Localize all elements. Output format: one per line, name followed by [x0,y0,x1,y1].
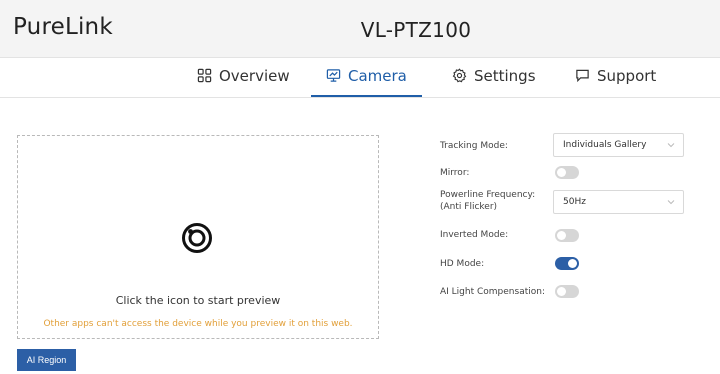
tab-overview-label: Overview [219,67,290,85]
tab-support-label: Support [597,67,657,85]
ai-light-label: AI Light Compensation: [440,287,545,297]
chevron-down-icon [667,143,675,148]
tab-settings-label: Settings [474,67,536,85]
gear-icon [452,68,467,83]
powerline-frequency-select[interactable]: 50Hz [553,190,684,214]
preview-warning: Other apps can't access the device while… [43,319,353,329]
hd-mode-toggle[interactable] [555,257,579,270]
tracking-mode-value: Individuals Gallery [563,140,647,150]
tab-camera-label: Camera [348,67,407,85]
powerline-frequency-value: 50Hz [563,197,586,207]
powerline-label-line1: Powerline Frequency: [440,190,536,200]
ai-light-toggle[interactable] [555,285,579,298]
monitor-icon [326,69,341,82]
tab-settings[interactable]: Settings [452,67,536,97]
mirror-toggle[interactable] [555,166,579,179]
inverted-mode-toggle[interactable] [555,229,579,242]
tab-overview[interactable]: Overview [197,67,290,97]
inverted-mode-label: Inverted Mode: [440,230,509,240]
mirror-label: Mirror: [440,168,470,178]
tracking-mode-select[interactable]: Individuals Gallery [553,133,684,157]
tab-camera[interactable]: Camera [311,67,422,97]
camera-lens-icon[interactable] [181,222,213,254]
preview-instruction: Click the icon to start preview [115,294,281,307]
powerline-label-line2: (Anti Flicker) [440,202,498,212]
top-bar: PureLink VL-PTZ100 [0,0,720,58]
tab-support[interactable]: Support [575,67,656,97]
powerline-label: Powerline Frequency: (Anti Flicker) [440,189,535,213]
hd-mode-label: HD Mode: [440,259,485,269]
device-model-title: VL-PTZ100 [360,18,472,42]
main-tabs: Overview Camera Settings Support [0,58,720,98]
chevron-down-icon [667,200,675,205]
chat-icon [576,69,589,83]
camera-preview-area: Click the icon to start preview Other ap… [17,135,379,339]
tracking-mode-label: Tracking Mode: [440,141,508,151]
grid-icon [197,68,212,83]
ai-region-button[interactable]: AI Region [17,349,76,371]
